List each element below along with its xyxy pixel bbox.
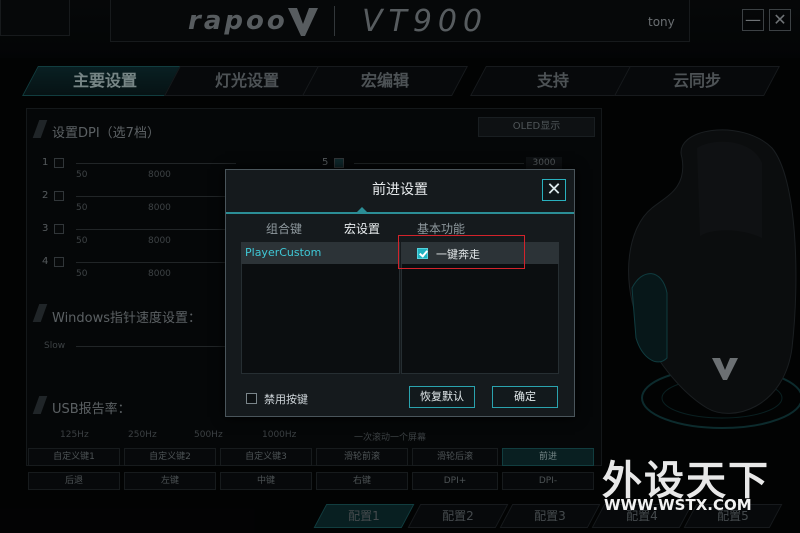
one-key-run-label: 一键奔走 — [436, 248, 480, 261]
forward-settings-dialog: 前进设置 ✕ 组合键 宏设置 基本功能 PlayerCustom 一键奔走 禁用… — [225, 169, 575, 417]
disable-key-label: 禁用按键 — [264, 393, 308, 406]
close-dialog-button[interactable]: ✕ — [542, 179, 566, 201]
tab-key-combination[interactable]: 组合键 — [266, 220, 302, 237]
watermark-url: WWW.WSTX.COM — [604, 496, 752, 514]
tab-macro-settings[interactable]: 宏设置 — [344, 220, 380, 237]
ok-button[interactable]: 确定 — [492, 386, 558, 408]
dialog-tab-divider — [226, 212, 574, 214]
macro-list-item[interactable]: PlayerCustom — [245, 246, 321, 259]
active-tab-caret-icon — [357, 207, 367, 212]
restore-default-button[interactable]: 恢复默认 — [409, 386, 475, 408]
dialog-title: 前进设置 — [372, 182, 428, 198]
one-key-run-checkbox[interactable] — [417, 248, 428, 259]
disable-key-checkbox[interactable] — [246, 393, 257, 404]
